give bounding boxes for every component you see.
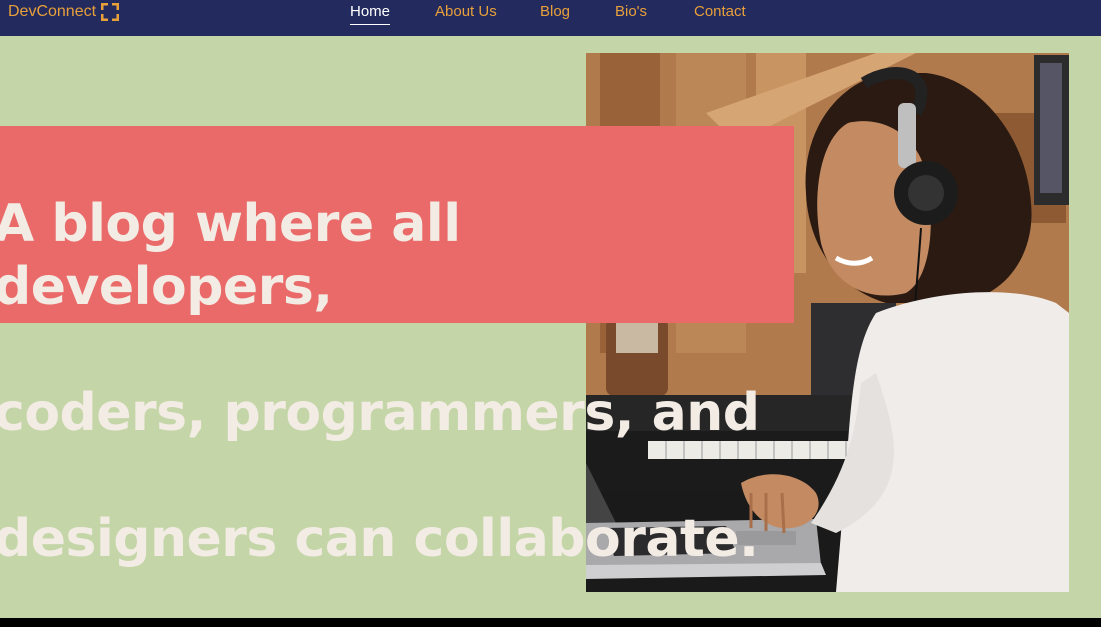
top-navbar: DevConnect Home About Us Blog Bio's Cont… [0, 0, 1101, 36]
headline-line: coders, programmers, and [0, 383, 760, 443]
nav-link-label: Bio's [615, 3, 648, 20]
headline-line: A blog where all developers, [0, 194, 461, 317]
main-nav: Home About Us Blog Bio's Contact [0, 3, 1101, 25]
nav-link-contact[interactable]: Contact [694, 3, 746, 21]
nav-link-label: Home [350, 3, 391, 20]
bottom-edge-bar [0, 618, 1101, 627]
active-underline [350, 24, 391, 25]
nav-link-blog[interactable]: Blog [540, 3, 570, 21]
hero-headline: A blog where all developers, coders, pro… [0, 130, 794, 571]
nav-link-home[interactable]: Home [350, 3, 391, 25]
nav-link-label: Contact [694, 3, 746, 20]
nav-link-about-us[interactable]: About Us [435, 3, 497, 21]
headline-line: designers can collaborate. [0, 509, 759, 569]
nav-link-bios[interactable]: Bio's [615, 3, 647, 21]
nav-link-label: About Us [435, 3, 497, 20]
nav-link-label: Blog [540, 3, 571, 20]
